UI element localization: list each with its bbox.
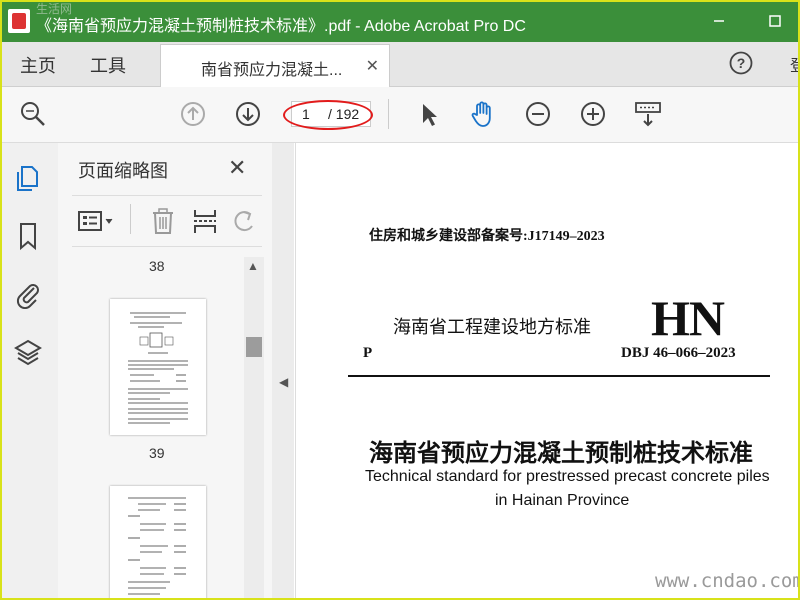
tab-home[interactable]: 主页 <box>20 52 56 78</box>
hn-mark: HN <box>651 290 725 346</box>
document-tab-label: 南省预应力混凝土... <box>201 62 343 79</box>
page-thumbnails-icon[interactable] <box>14 163 42 193</box>
window-title: 《海南省预应力混凝土预制桩技术标准》.pdf - Adobe Acrobat P… <box>36 18 526 35</box>
panel-tools-divider <box>130 204 131 234</box>
tab-tools[interactable]: 工具 <box>90 52 126 78</box>
close-tab-icon[interactable]: ✕ <box>366 56 379 76</box>
help-icon[interactable]: ? <box>729 51 753 75</box>
thumbnail-scrollbar[interactable]: ▲ <box>244 257 264 600</box>
page-thumbnail-39[interactable] <box>110 299 206 435</box>
page-thumbnail-40[interactable] <box>110 486 206 600</box>
thumbnail-page-label: 38 <box>149 258 165 274</box>
region-standard-title: 海南省工程建设地方标准 <box>393 317 591 337</box>
svg-text:?: ? <box>737 55 746 71</box>
document-title-en-line2: in Hainan Province <box>495 492 630 509</box>
p-mark: P <box>363 345 373 361</box>
rotate-page-icon[interactable] <box>230 206 258 236</box>
tab-bar: 主页 工具 南省预应力混凝土... ✕ ? 登 <box>0 42 800 87</box>
thumbnail-page-label: 39 <box>149 445 165 461</box>
search-icon[interactable] <box>18 99 48 129</box>
zoom-in-icon[interactable] <box>578 99 608 129</box>
hand-tool-icon[interactable] <box>468 99 498 129</box>
scroll-mode-icon[interactable] <box>633 99 663 129</box>
insert-page-icon[interactable] <box>190 206 220 236</box>
scrollbar-thumb[interactable] <box>246 337 262 357</box>
tab-document[interactable]: 南省预应力混凝土... ✕ <box>160 44 390 87</box>
attachments-icon[interactable] <box>14 279 42 309</box>
thumbnail-options-icon[interactable] <box>76 206 116 236</box>
watermark-overlay-top: 生活网 <box>36 2 73 16</box>
title-rule <box>348 375 770 377</box>
record-number: 住房和城乡建设部备案号:J17149–2023 <box>369 229 605 244</box>
layers-icon[interactable] <box>14 337 42 367</box>
document-page: 住房和城乡建设部备案号:J17149–2023 海南省工程建设地方标准 HN P… <box>295 143 800 600</box>
acrobat-app-icon[interactable] <box>8 9 30 33</box>
select-pointer-icon[interactable] <box>414 99 444 129</box>
panel-splitter[interactable]: ◀ <box>272 143 294 600</box>
scroll-up-arrow-icon[interactable]: ▲ <box>247 259 259 273</box>
zoom-out-icon[interactable] <box>523 99 553 129</box>
sign-in-edge-text[interactable]: 登 <box>790 52 800 76</box>
thumbnail-tools <box>72 195 262 247</box>
bookmarks-icon[interactable] <box>14 221 42 251</box>
document-title-cn: 海南省预应力混凝土预制桩技术标准 <box>369 441 753 467</box>
delete-page-icon[interactable] <box>148 206 178 236</box>
current-page-value[interactable]: 1 <box>302 106 310 122</box>
toolbar: 1 / 192 <box>0 87 800 143</box>
page-number-field[interactable]: 1 / 192 <box>291 101 371 127</box>
minimize-icon <box>714 20 724 22</box>
minimize-button[interactable] <box>708 10 730 32</box>
page-thumbnails-panel: 页面缩略图 ✕ 38 39 <box>58 143 273 600</box>
toolbar-divider <box>388 99 389 129</box>
document-title-en-line1: Technical standard for prestressed preca… <box>365 468 770 485</box>
close-panel-icon[interactable]: ✕ <box>228 155 246 181</box>
previous-page-icon[interactable] <box>178 99 208 129</box>
total-pages-label: / 192 <box>328 106 360 122</box>
collapse-panel-arrow-icon[interactable]: ◀ <box>279 375 288 389</box>
title-bar: 生活网 《海南省预应力混凝土预制桩技术标准》.pdf - Adobe Acrob… <box>0 0 800 42</box>
panel-title: 页面缩略图 <box>78 161 168 181</box>
maximize-button[interactable] <box>764 10 786 32</box>
left-navigation-rail <box>0 143 59 600</box>
site-watermark: www.cndao.com <box>655 570 800 592</box>
next-page-icon[interactable] <box>233 99 263 129</box>
standard-number: DBJ 46–066–2023 <box>621 345 736 361</box>
maximize-icon <box>769 15 781 27</box>
